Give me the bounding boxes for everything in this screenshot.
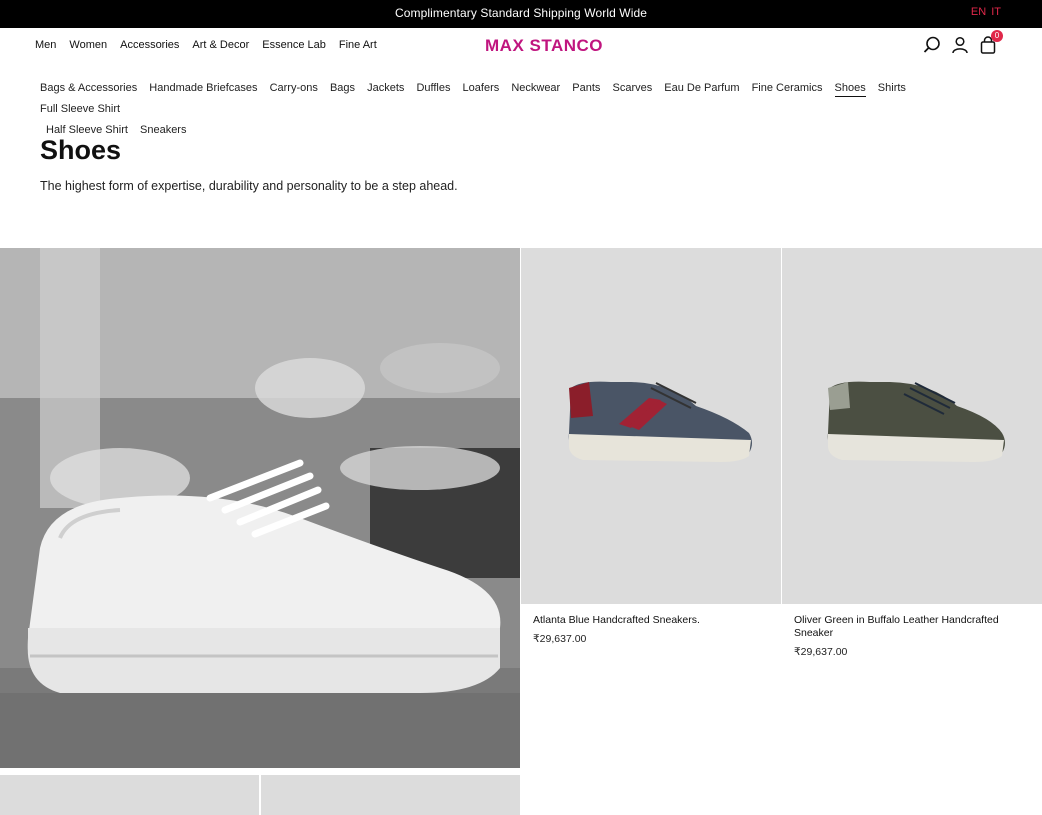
site-header: Men Women Accessories Art & Decor Essenc…	[0, 28, 1042, 68]
search-icon[interactable]	[923, 36, 941, 54]
main-nav: Men Women Accessories Art & Decor Essenc…	[35, 39, 377, 51]
announcement-text: Complimentary Standard Shipping World Wi…	[394, 6, 648, 20]
nav-art-decor[interactable]: Art & Decor	[192, 39, 249, 51]
category-bags-accessories[interactable]: Bags & Accessories	[40, 78, 137, 99]
product-image-3[interactable]	[0, 775, 259, 815]
lang-en[interactable]: EN	[971, 6, 986, 18]
nav-fine-art[interactable]: Fine Art	[339, 39, 377, 51]
hero-image[interactable]	[0, 248, 520, 768]
user-icon[interactable]	[951, 36, 969, 54]
sneaker-blue-illustration	[568, 381, 752, 462]
category-row-1: Bags & Accessories Handmade Briefcases C…	[40, 78, 980, 120]
category-full-sleeve-shirt[interactable]: Full Sleeve Shirt	[40, 99, 120, 120]
nav-accessories[interactable]: Accessories	[120, 39, 179, 51]
brand-logo[interactable]: MAX STANCO	[485, 36, 603, 56]
sneaker-green-illustration	[827, 381, 1005, 462]
nav-essence-lab[interactable]: Essence Lab	[262, 39, 326, 51]
category-nav: Bags & Accessories Handmade Briefcases C…	[40, 78, 980, 141]
nav-women[interactable]: Women	[69, 39, 107, 51]
lang-it[interactable]: IT	[991, 6, 1001, 18]
cart-count-badge: 0	[991, 30, 1003, 42]
category-bags[interactable]: Bags	[330, 78, 355, 99]
nav-men[interactable]: Men	[35, 39, 56, 51]
category-eau-de-parfum[interactable]: Eau De Parfum	[664, 78, 739, 99]
page-title: Shoes	[40, 135, 122, 165]
category-fine-ceramics[interactable]: Fine Ceramics	[752, 78, 823, 99]
category-shirts[interactable]: Shirts	[878, 78, 906, 99]
product-image-2[interactable]	[782, 248, 1042, 604]
header-icons: 0	[923, 30, 1003, 54]
category-loafers[interactable]: Loafers	[463, 78, 500, 99]
category-pants[interactable]: Pants	[572, 78, 600, 99]
category-row-2: Half Sleeve Shirt Sneakers	[40, 120, 980, 141]
page-description: The highest form of expertise, durabilit…	[40, 179, 458, 193]
category-scarves[interactable]: Scarves	[612, 78, 652, 99]
product-price-2: ₹29,637.00	[794, 646, 848, 658]
category-handmade-briefcases[interactable]: Handmade Briefcases	[149, 78, 257, 99]
hero-sneaker-illustration	[0, 248, 520, 768]
product-name-1[interactable]: Atlanta Blue Handcrafted Sneakers.	[533, 614, 773, 627]
category-neckwear[interactable]: Neckwear	[511, 78, 560, 99]
category-jackets[interactable]: Jackets	[367, 78, 404, 99]
language-switcher: EN IT	[969, 6, 1001, 18]
category-shoes[interactable]: Shoes	[834, 80, 866, 97]
product-image-4[interactable]	[261, 775, 520, 815]
cart-icon[interactable]: 0	[979, 30, 1003, 54]
product-image-1[interactable]	[521, 248, 781, 604]
announcement-bar: Complimentary Standard Shipping World Wi…	[0, 0, 1042, 28]
product-price-1: ₹29,637.00	[533, 633, 587, 645]
product-name-2[interactable]: Oliver Green in Buffalo Leather Handcraf…	[794, 614, 1029, 640]
category-sneakers[interactable]: Sneakers	[140, 120, 186, 141]
category-carry-ons[interactable]: Carry-ons	[270, 78, 318, 99]
category-duffles[interactable]: Duffles	[416, 78, 450, 99]
